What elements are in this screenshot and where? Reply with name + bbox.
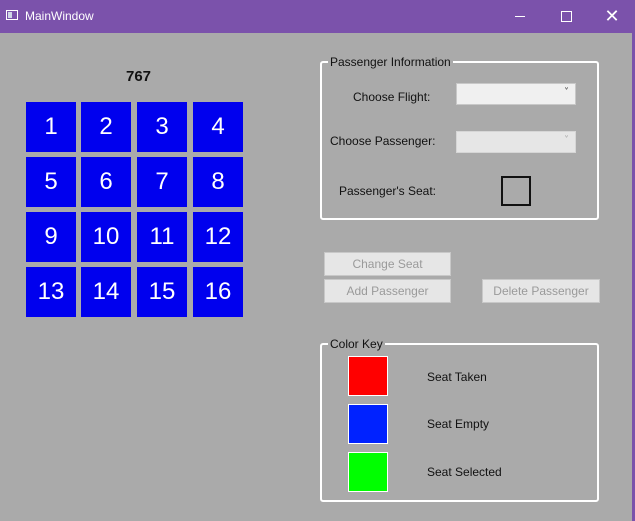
app-icon xyxy=(6,10,18,20)
seat-button[interactable]: 3 xyxy=(137,102,187,152)
close-icon: ✕ xyxy=(604,5,620,27)
add-passenger-button[interactable]: Add Passenger xyxy=(324,279,451,303)
window-title: MainWindow xyxy=(25,9,94,23)
seat-taken-swatch xyxy=(348,356,388,396)
seat-button[interactable]: 7 xyxy=(137,157,187,207)
seat-button[interactable]: 14 xyxy=(81,267,131,317)
seat-grid: 1 2 3 4 5 6 7 8 9 10 11 12 13 14 15 16 xyxy=(26,102,246,320)
chevron-down-icon: ˅ xyxy=(564,87,569,98)
minimize-button[interactable] xyxy=(497,0,543,33)
seat-taken-label: Seat Taken xyxy=(427,370,487,384)
maximize-button[interactable] xyxy=(543,0,589,33)
delete-passenger-button[interactable]: Delete Passenger xyxy=(482,279,600,303)
seat-button[interactable]: 13 xyxy=(26,267,76,317)
minimize-icon xyxy=(515,16,525,17)
choose-flight-dropdown[interactable]: ˅ xyxy=(456,83,576,105)
seat-button[interactable]: 6 xyxy=(81,157,131,207)
choose-passenger-label: Choose Passenger: xyxy=(330,134,436,148)
passenger-seat-indicator xyxy=(501,176,531,206)
seat-button[interactable]: 12 xyxy=(193,212,243,262)
seat-selected-swatch xyxy=(348,452,388,492)
plane-label: 767 xyxy=(126,68,152,85)
seat-button[interactable]: 2 xyxy=(81,102,131,152)
passengers-seat-label: Passenger's Seat: xyxy=(339,184,437,198)
seat-button[interactable]: 1 xyxy=(26,102,76,152)
choose-passenger-dropdown[interactable]: ˅ xyxy=(456,131,576,153)
maximize-icon xyxy=(560,11,572,22)
seat-empty-swatch xyxy=(348,404,388,444)
chevron-down-icon: ˅ xyxy=(564,135,569,146)
seat-button[interactable]: 11 xyxy=(137,212,187,262)
seat-empty-label: Seat Empty xyxy=(427,417,490,431)
change-seat-button[interactable]: Change Seat xyxy=(324,252,451,276)
title-bar[interactable]: MainWindow ✕ xyxy=(0,0,635,33)
color-key-title: Color Key xyxy=(328,337,385,351)
seat-button[interactable]: 8 xyxy=(193,157,243,207)
seat-button[interactable]: 5 xyxy=(26,157,76,207)
seat-button[interactable]: 4 xyxy=(193,102,243,152)
seat-selected-label: Seat Selected xyxy=(427,465,502,479)
seat-button[interactable]: 16 xyxy=(193,267,243,317)
seat-button[interactable]: 9 xyxy=(26,212,76,262)
seat-button[interactable]: 10 xyxy=(81,212,131,262)
close-button[interactable]: ✕ xyxy=(589,0,635,33)
choose-flight-label: Choose Flight: xyxy=(353,90,431,104)
passenger-information-title: Passenger Information xyxy=(328,55,453,69)
seat-button[interactable]: 15 xyxy=(137,267,187,317)
